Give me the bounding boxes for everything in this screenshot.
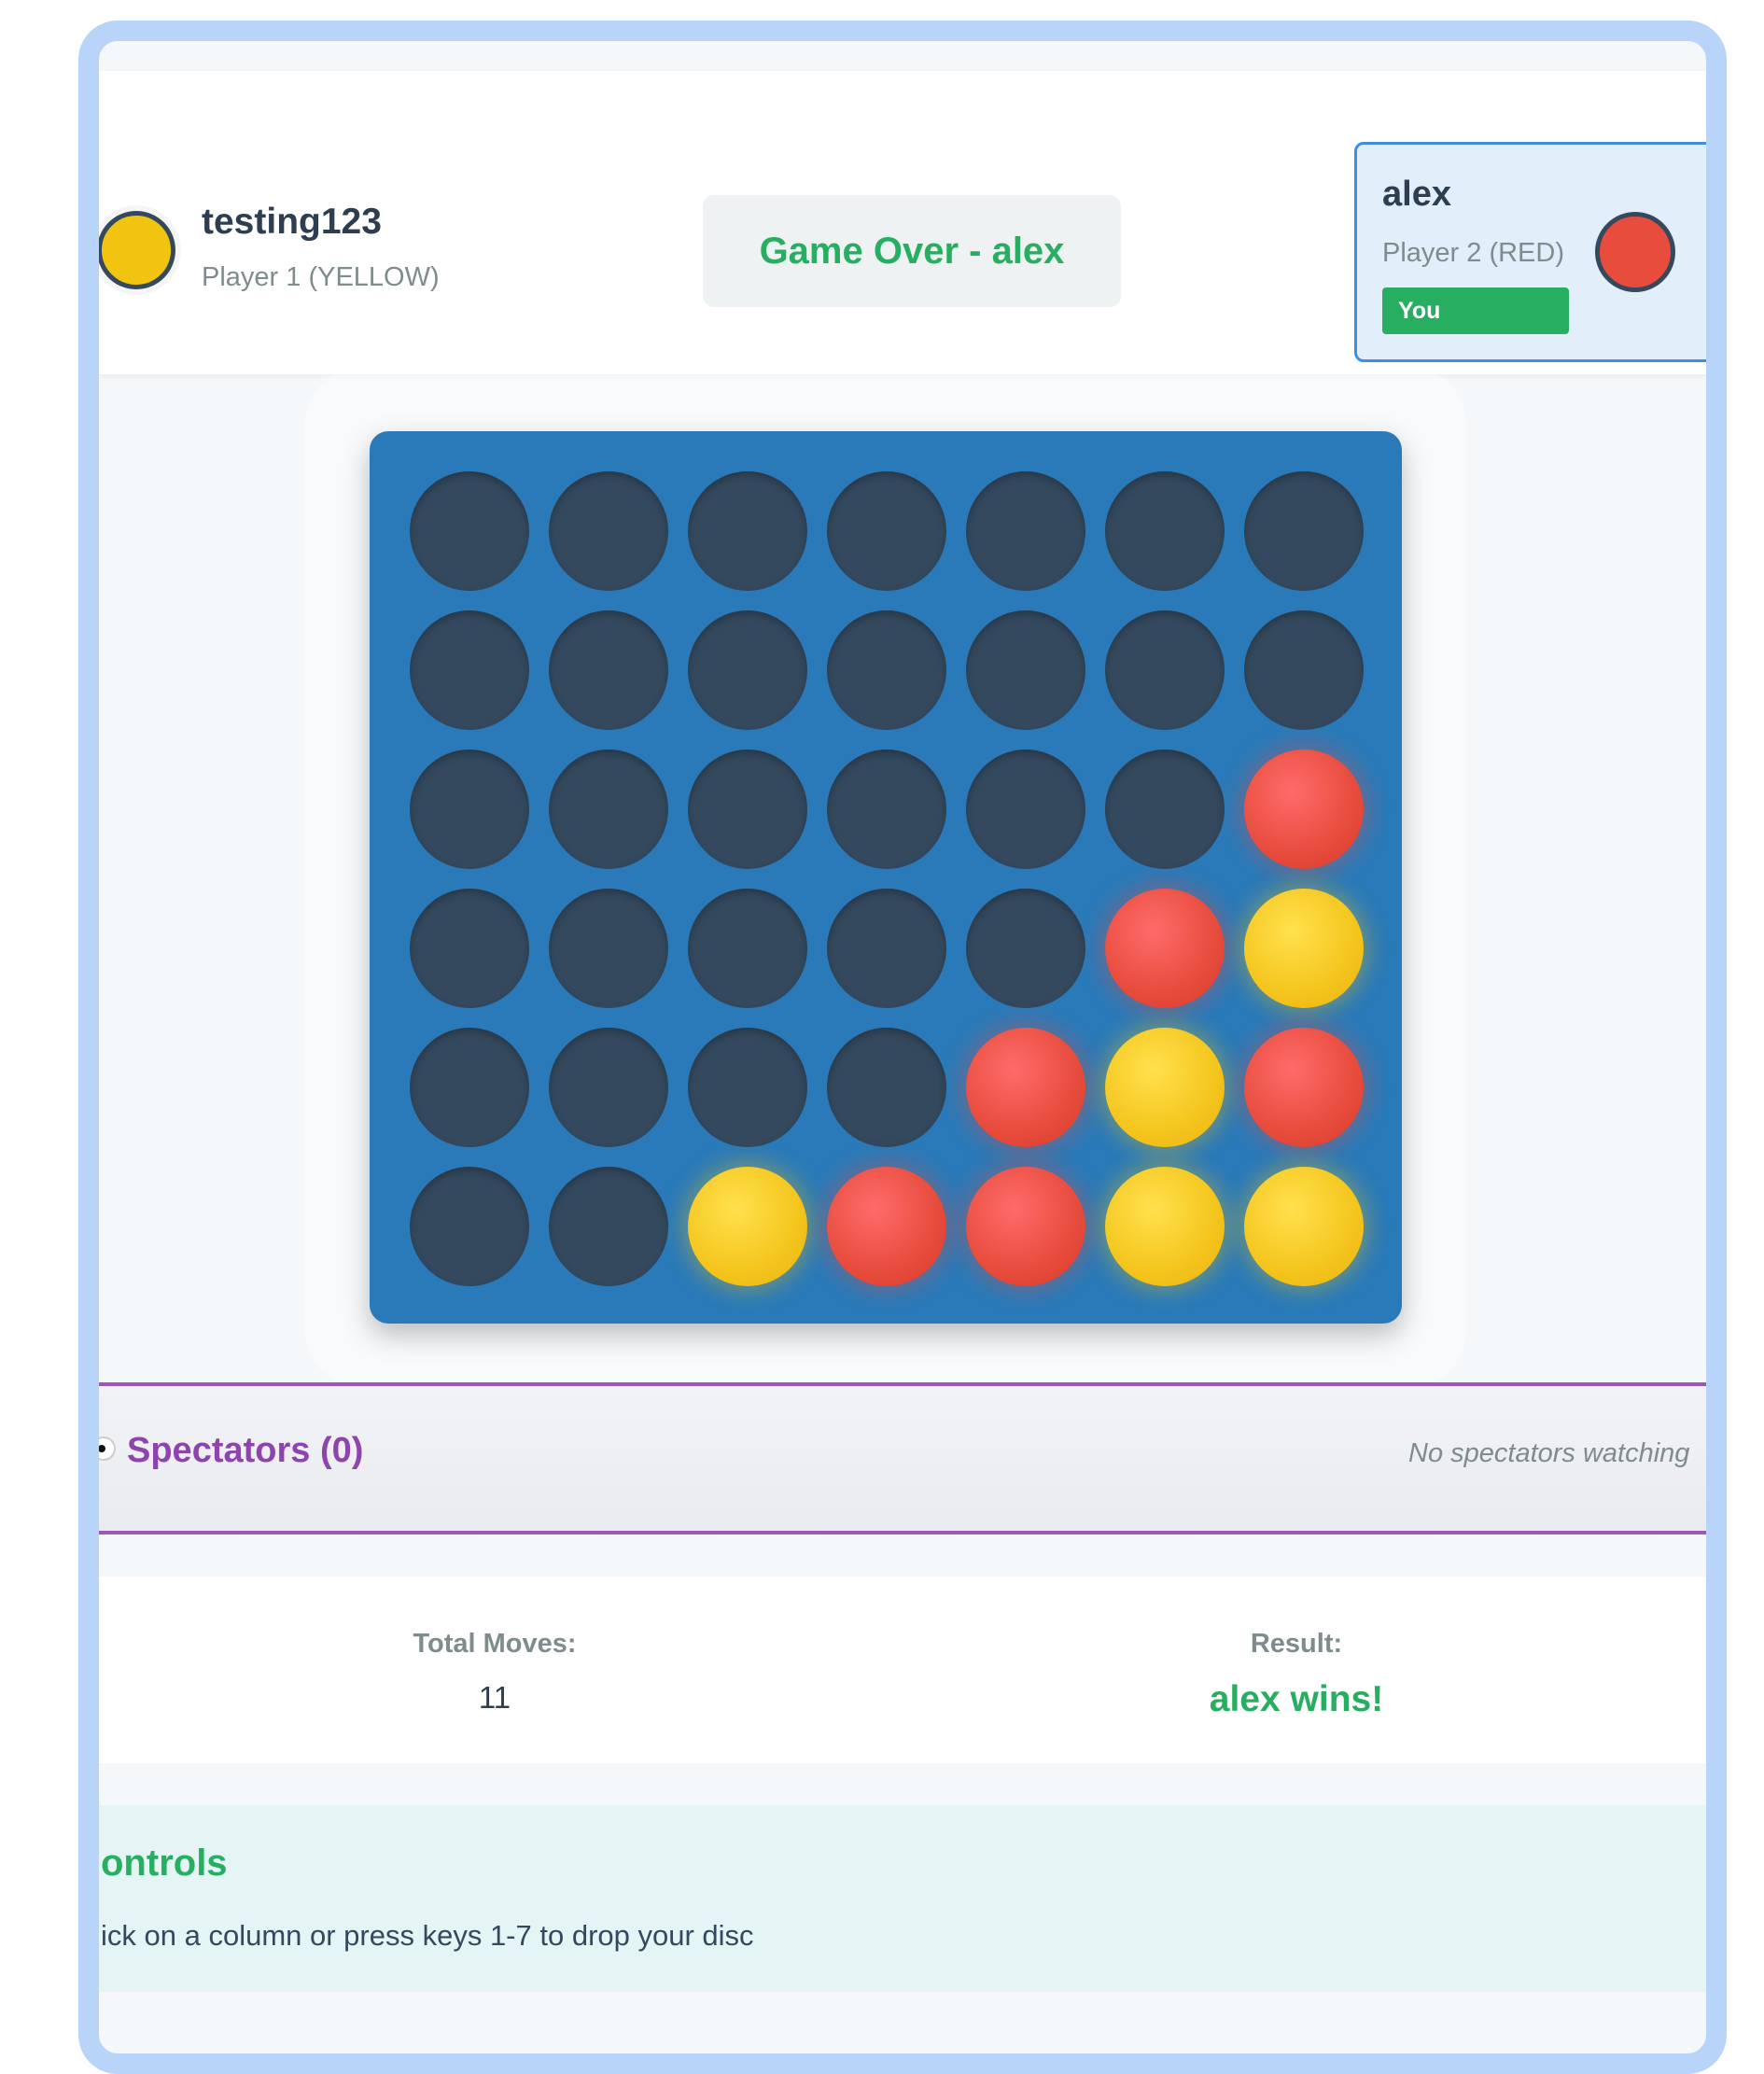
board-cell-r1-c1[interactable] <box>410 471 529 591</box>
total-moves-value: 11 <box>478 1680 511 1715</box>
board-cell-r4-c2[interactable] <box>549 889 668 1008</box>
board-cell-r1-c3[interactable] <box>688 471 807 591</box>
board-cell-r1-c4[interactable] <box>827 471 946 591</box>
board-cell-r5-c6[interactable] <box>1105 1028 1225 1147</box>
board-cell-r6-c1[interactable] <box>410 1167 529 1286</box>
board-cell-r4-c3[interactable] <box>688 889 807 1008</box>
board-cell-r1-c6[interactable] <box>1105 471 1225 591</box>
controls-title: ontrols <box>101 1843 228 1884</box>
board-cell-r3-c4[interactable] <box>827 750 946 869</box>
player2-name: alex <box>1382 175 1451 214</box>
spectators-empty-text: No spectators watching <box>1408 1438 1690 1468</box>
board-cell-r4-c7[interactable] <box>1244 889 1364 1008</box>
board-cell-r2-c2[interactable] <box>549 610 668 730</box>
spectators-panel: Spectators (0) No spectators watching <box>99 1382 1706 1534</box>
players-header: testing123 Player 1 (YELLOW) Game Over -… <box>99 71 1706 374</box>
board-cell-r4-c6[interactable] <box>1105 889 1225 1008</box>
controls-instructions: ick on a column or press keys 1-7 to dro… <box>101 1919 754 1952</box>
board-cell-r1-c5[interactable] <box>966 471 1085 591</box>
board-cell-r2-c3[interactable] <box>688 610 807 730</box>
board-cell-r5-c7[interactable] <box>1244 1028 1364 1147</box>
board-cell-r6-c3[interactable] <box>688 1167 807 1286</box>
player1-role: Player 1 (YELLOW) <box>202 262 440 292</box>
board-cell-r4-c4[interactable] <box>827 889 946 1008</box>
board-cell-r2-c5[interactable] <box>966 610 1085 730</box>
board-cell-r2-c4[interactable] <box>827 610 946 730</box>
player2-disc-icon <box>1595 212 1675 292</box>
board-cell-r1-c2[interactable] <box>549 471 668 591</box>
board-cell-r2-c1[interactable] <box>410 610 529 730</box>
board-cell-r2-c6[interactable] <box>1105 610 1225 730</box>
you-badge: You <box>1382 287 1569 334</box>
board-cell-r6-c2[interactable] <box>549 1167 668 1286</box>
board-cell-r3-c6[interactable] <box>1105 750 1225 869</box>
board-cell-r4-c1[interactable] <box>410 889 529 1008</box>
board-cell-r3-c5[interactable] <box>966 750 1085 869</box>
spectators-title[interactable]: Spectators (0) <box>127 1431 363 1471</box>
board-cell-r2-c7[interactable] <box>1244 610 1364 730</box>
board-cell-r5-c3[interactable] <box>688 1028 807 1147</box>
player1-name: testing123 <box>202 202 382 242</box>
total-moves-label: Total Moves: <box>413 1629 577 1659</box>
board-cell-r6-c7[interactable] <box>1244 1167 1364 1286</box>
player1-disc-icon <box>99 211 175 289</box>
board-cell-r6-c5[interactable] <box>966 1167 1085 1286</box>
board-cell-r5-c4[interactable] <box>827 1028 946 1147</box>
board-cell-r5-c5[interactable] <box>966 1028 1085 1147</box>
player2-card: alex Player 2 (RED) You <box>1354 142 1706 362</box>
board-cell-r1-c7[interactable] <box>1244 471 1364 591</box>
board-cell-r6-c6[interactable] <box>1105 1167 1225 1286</box>
player2-role: Player 2 (RED) <box>1382 238 1564 268</box>
board-cell-r3-c2[interactable] <box>549 750 668 869</box>
game-status-badge: Game Over - alex <box>703 195 1121 307</box>
result-value: alex wins! <box>1209 1679 1384 1719</box>
board-cell-r4-c5[interactable] <box>966 889 1085 1008</box>
board-cell-r5-c1[interactable] <box>410 1028 529 1147</box>
board-cell-r6-c4[interactable] <box>827 1167 946 1286</box>
board-cell-r3-c3[interactable] <box>688 750 807 869</box>
game-board[interactable] <box>370 431 1402 1324</box>
eye-icon[interactable] <box>99 1436 116 1461</box>
game-viewport: testing123 Player 1 (YELLOW) Game Over -… <box>99 41 1706 2053</box>
board-cell-r5-c2[interactable] <box>549 1028 668 1147</box>
board-cell-r3-c1[interactable] <box>410 750 529 869</box>
game-stats: Total Moves: 11 Result: alex wins! <box>99 1577 1706 1763</box>
game-frame: testing123 Player 1 (YELLOW) Game Over -… <box>78 21 1727 2074</box>
controls-panel: ontrols ick on a column or press keys 1-… <box>99 1805 1706 1992</box>
board-cell-r3-c7[interactable] <box>1244 750 1364 869</box>
result-label: Result: <box>1250 1629 1343 1659</box>
